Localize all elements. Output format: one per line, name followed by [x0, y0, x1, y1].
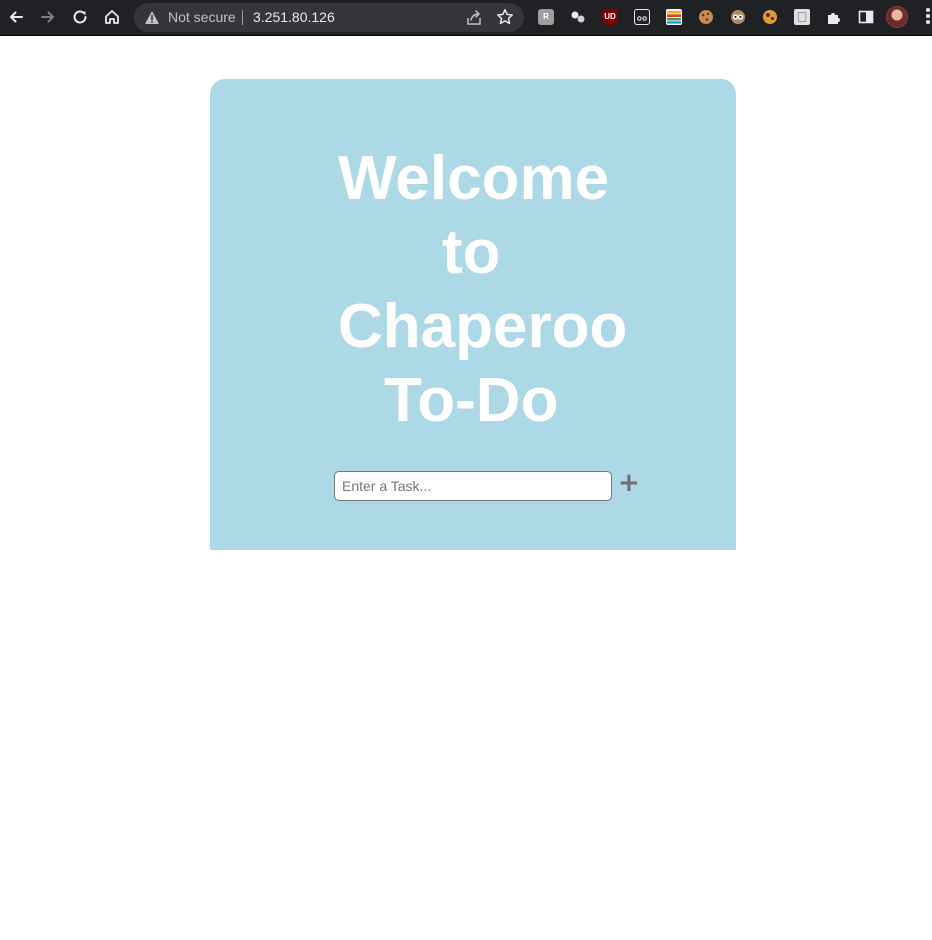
cookie-monster-extension-icon[interactable] [762, 9, 778, 25]
add-task-button[interactable]: + [618, 470, 640, 496]
warning-icon[interactable] [144, 10, 160, 25]
url-text[interactable]: 3.251.80.126 [253, 9, 335, 26]
home-button[interactable] [99, 4, 125, 30]
arrow-right-icon [41, 11, 54, 23]
browser-menu-icon[interactable] [924, 8, 932, 26]
cookie-extension-icon[interactable] [698, 9, 714, 25]
home-icon [105, 10, 119, 24]
color-bars-extension-icon[interactable] [666, 9, 682, 25]
owl-extension-icon[interactable] [730, 9, 746, 25]
title-line-chaperoo: Chaperoo [338, 292, 628, 361]
todo-card: Welcome to Chaperoo To-Do + [210, 79, 736, 550]
page-title: Welcome to Chaperoo To-Do [336, 142, 636, 438]
readwise-extension-icon[interactable]: R [538, 9, 554, 25]
puzzle-extensions-icon[interactable] [826, 9, 842, 25]
profile-avatar[interactable] [886, 6, 908, 28]
task-input[interactable] [334, 471, 612, 501]
reload-icon [73, 10, 87, 24]
title-line-todo: To-Do [384, 366, 559, 435]
forward-button[interactable] [35, 4, 61, 30]
omnibox-divider [242, 10, 243, 25]
page-extension-icon[interactable] [794, 9, 810, 25]
title-line-welcome: Welcome [338, 144, 610, 213]
back-button[interactable] [3, 4, 29, 30]
side-panel-icon[interactable] [858, 9, 874, 25]
share-icon[interactable] [465, 9, 483, 27]
security-label[interactable]: Not secure [168, 9, 236, 26]
ublock-extension-icon[interactable]: UD [602, 9, 618, 25]
browser-toolbar: Not secure 3.251.80.126 R UD [0, 0, 932, 36]
title-line-to: to [442, 218, 501, 287]
lens-extension-icon[interactable] [570, 9, 586, 25]
arrow-left-icon [10, 11, 23, 23]
glasses-extension-icon[interactable] [634, 9, 650, 25]
bookmark-star-icon[interactable] [496, 8, 514, 26]
address-bar[interactable]: Not secure 3.251.80.126 [134, 3, 524, 32]
reload-button[interactable] [67, 4, 93, 30]
